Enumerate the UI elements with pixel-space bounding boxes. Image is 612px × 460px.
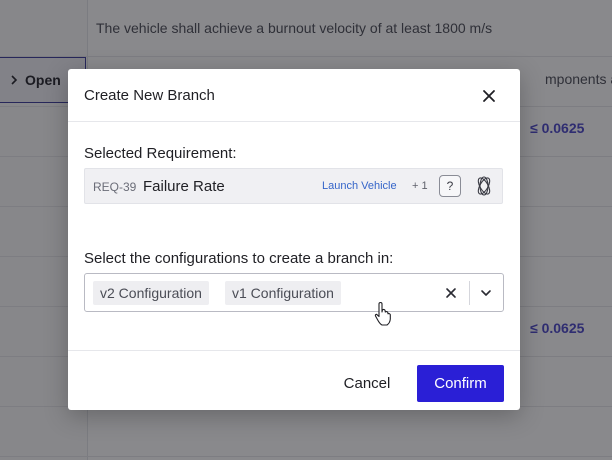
configuration-chip[interactable]: v1 Configuration (225, 281, 341, 305)
more-tags-count[interactable]: + 1 (412, 180, 428, 192)
dialog-footer: Cancel Confirm (68, 350, 520, 411)
confirm-button[interactable]: Confirm (417, 365, 504, 402)
selected-requirement-label: Selected Requirement: (84, 145, 237, 162)
configurations-label: Select the configurations to create a br… (84, 250, 394, 267)
requirement-tag[interactable]: Launch Vehicle (322, 180, 397, 192)
clear-icon[interactable] (443, 285, 459, 301)
pointer-cursor-icon (374, 301, 391, 326)
question-icon[interactable]: ? (439, 175, 461, 197)
requirement-name: Failure Rate (143, 178, 225, 195)
requirement-id: REQ-39 (93, 180, 137, 194)
select-divider (469, 281, 470, 305)
cancel-button[interactable]: Cancel (332, 365, 402, 401)
chevron-down-icon[interactable] (478, 285, 494, 301)
configurations-multiselect[interactable]: v2 Configuration v1 Configuration (84, 273, 504, 312)
create-branch-dialog: Create New Branch Selected Requirement: … (68, 69, 520, 410)
dialog-title: Create New Branch (84, 87, 215, 104)
close-icon[interactable] (480, 87, 498, 105)
selected-requirement-card: REQ-39 Failure Rate Launch Vehicle + 1 ? (84, 168, 503, 204)
atom-icon[interactable] (473, 175, 495, 197)
dialog-header: Create New Branch (68, 69, 520, 122)
configuration-chip[interactable]: v2 Configuration (93, 281, 209, 305)
